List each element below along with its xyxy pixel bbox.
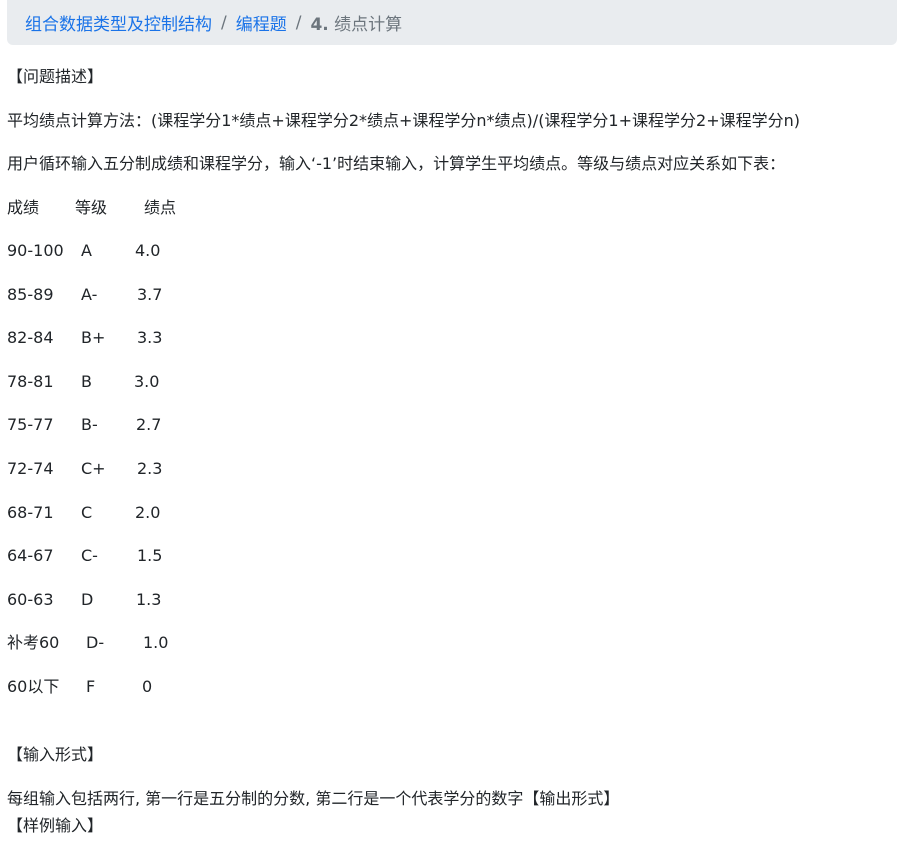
table-cell-grade: C+: [81, 459, 106, 478]
table-cell-grade: D: [81, 590, 94, 609]
formula-text: 平均绩点计算方法：(课程学分1*绩点+课程学分2*绩点+课程学分n*绩点)/(课…: [7, 111, 800, 130]
table-cell-grade: C-: [81, 546, 98, 565]
table-cell-gpa: 3.3: [137, 328, 163, 347]
instruction-text: 用户循环输入五分制成绩和课程学分，输入‘-1’时结束输入，计算学生平均绩点。等级…: [7, 154, 786, 173]
table-cell-grade: B: [81, 372, 92, 391]
table-cell-gpa: 0: [142, 677, 153, 696]
table-cell-gpa: 1.0: [143, 633, 169, 652]
table-cell-score: 78-81: [7, 372, 54, 391]
table-cell-score: 补考60: [7, 633, 60, 652]
breadcrumb-separator: /: [221, 12, 227, 33]
table-cell-score: 75-77: [7, 415, 54, 434]
breadcrumb-current: 4. 绩点计算: [310, 10, 402, 35]
table-cell-grade: D-: [86, 633, 105, 652]
input-desc: 每组输入包括两行, 第一行是五分制的分数, 第二行是一个代表学分的数字【输出形式…: [7, 789, 620, 808]
table-cell-gpa: 1.5: [137, 546, 163, 565]
table-cell-gpa: 2.3: [137, 459, 163, 478]
table-cell-score: 85-89: [7, 285, 54, 304]
breadcrumb-link-course[interactable]: 组合数据类型及控制结构: [25, 10, 212, 35]
table-cell-grade: A-: [81, 285, 98, 304]
breadcrumb-link-section[interactable]: 编程题: [236, 10, 287, 35]
table-cell-gpa: 2.7: [136, 415, 162, 434]
sample-header: 【样例输入】: [7, 816, 104, 835]
table-header-grade: 等级: [75, 198, 108, 217]
input-header: 【输入形式】: [7, 745, 104, 764]
breadcrumb: 组合数据类型及控制结构 / 编程题 / 4. 绩点计算: [7, 0, 897, 45]
table-cell-gpa: 4.0: [135, 241, 161, 260]
table-cell-grade: C: [81, 503, 93, 522]
table-cell-gpa: 3.7: [137, 285, 163, 304]
table-cell-score: 82-84: [7, 328, 54, 347]
table-header-score: 成绩: [7, 198, 40, 217]
table-cell-gpa: 3.0: [134, 372, 160, 391]
table-cell-score: 64-67: [7, 546, 54, 565]
table-cell-score: 72-74: [7, 459, 54, 478]
breadcrumb-separator: /: [295, 12, 302, 33]
table-cell-score: 90-100: [7, 241, 64, 260]
table-cell-grade: F: [86, 677, 96, 696]
table-cell-gpa: 1.3: [136, 590, 162, 609]
problem-header: 【问题描述】: [7, 67, 104, 86]
breadcrumb-current-number: 4.: [310, 15, 329, 35]
breadcrumb-current-title: 绩点计算: [334, 15, 403, 35]
table-cell-grade: A: [81, 241, 92, 260]
table-cell-grade: B-: [81, 415, 98, 434]
table-cell-score: 68-71: [7, 503, 54, 522]
table-cell-grade: B+: [81, 328, 106, 347]
table-cell-score: 60以下: [7, 677, 60, 696]
table-cell-score: 60-63: [7, 590, 54, 609]
table-cell-gpa: 2.0: [135, 503, 161, 522]
table-header-gpa: 绩点: [144, 198, 177, 217]
